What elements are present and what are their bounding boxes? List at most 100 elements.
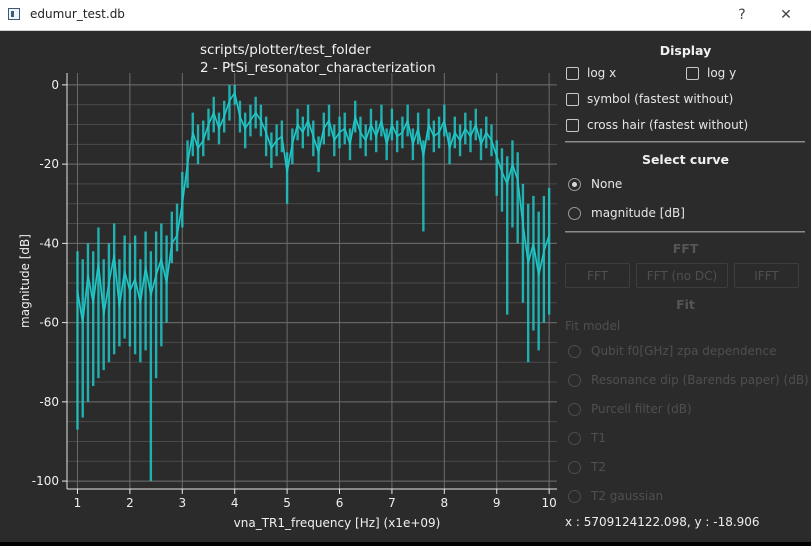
fit-model-label-purcell: Purcell filter (dB)	[591, 402, 692, 416]
fit-model-label-resonance: Resonance dip (Barends paper) (dB)	[591, 373, 809, 387]
magnitude-data-point	[354, 115, 357, 118]
log-x-label: log x	[587, 66, 617, 80]
magnitude-data-point	[480, 143, 482, 146]
help-button[interactable]: ?	[728, 4, 756, 26]
magnitude-data-point	[81, 321, 84, 324]
magnitude-data-point	[139, 301, 142, 304]
magnitude-data-point	[391, 123, 393, 126]
separator-2	[565, 231, 805, 233]
log-y-label: log y	[707, 66, 737, 80]
x-tick-label: 1	[74, 496, 82, 510]
magnitude-data-point	[322, 127, 325, 130]
fit-model-radio-dot[interactable]	[568, 460, 581, 474]
magnitude-data-point	[155, 274, 157, 276]
magnitude-data-point	[270, 147, 273, 150]
fit-model-radio-dot[interactable]	[568, 402, 581, 416]
symbol-checkbox-box[interactable]	[566, 92, 579, 106]
fit-model-radio-t2[interactable]: T2	[568, 460, 606, 474]
magnitude-data-point	[223, 115, 226, 118]
x-tick-label: 5	[283, 496, 291, 510]
fit-model-radio-resonance[interactable]: Resonance dip (Barends paper) (dB)	[568, 373, 809, 387]
curve-none-radio-dot[interactable]	[568, 177, 581, 191]
fit-model-radio-dot[interactable]	[568, 489, 581, 503]
magnitude-data-point	[207, 123, 210, 126]
magnitude-data-point	[485, 131, 488, 134]
magnitude-data-point	[364, 139, 367, 142]
curve-magnitude-radio-dot[interactable]	[568, 206, 581, 220]
curve-none-radio[interactable]: None	[568, 177, 622, 191]
cursor-coordinates: x : 5709124122.098, y : -18.906	[565, 515, 760, 529]
magnitude-data-point	[495, 155, 498, 158]
magnitude-data-point	[307, 119, 309, 122]
fit-model-radio-qubit[interactable]: Qubit f0[GHz] zpa dependence	[568, 344, 776, 358]
magnitude-data-point	[275, 139, 278, 142]
fit-model-radio-dot[interactable]	[568, 431, 581, 445]
curve-magnitude-radio[interactable]: magnitude [dB]	[568, 206, 685, 220]
magnitude-data-point	[123, 270, 126, 272]
ifft-button[interactable]: IFFT	[734, 263, 799, 288]
magnitude-data-point	[527, 262, 530, 265]
magnitude-data-point	[108, 282, 110, 284]
x-tick-label: 10	[541, 496, 556, 510]
magnitude-data-point	[338, 131, 341, 134]
x-tick-label: 9	[493, 496, 501, 510]
fit-model-radio-dot[interactable]	[568, 344, 581, 358]
fit-model-radio-t2-gaussian[interactable]: T2 gaussian	[568, 489, 663, 503]
magnitude-data-point	[359, 131, 362, 134]
fit-model-label-t2: T2	[591, 460, 606, 474]
fit-model-radio-purcell[interactable]: Purcell filter (dB)	[568, 402, 692, 416]
log-x-checkbox-box[interactable]	[566, 66, 579, 80]
magnitude-data-point	[260, 119, 262, 122]
magnitude-data-point	[233, 91, 236, 94]
magnitude-data-point	[97, 262, 100, 265]
log-x-checkbox[interactable]: log x	[566, 66, 616, 80]
symbol-checkbox[interactable]: symbol (fastest without)	[566, 92, 733, 106]
magnitude-data-point	[286, 171, 289, 173]
fft-no-dc-button[interactable]: FFT (no DC)	[636, 263, 728, 288]
magnitude-data-point	[291, 143, 294, 146]
magnitude-data-point	[333, 139, 336, 142]
magnitude-data-point	[254, 111, 257, 114]
magnitude-data-point	[218, 127, 220, 130]
magnitude-data-point	[448, 147, 451, 150]
y-tick-label: -40	[39, 236, 59, 250]
x-tick-label: 8	[441, 496, 449, 510]
window-title: edumur_test.db	[30, 7, 125, 21]
crosshair-checkbox-box[interactable]	[566, 118, 579, 132]
x-tick-label: 2	[126, 496, 134, 510]
magnitude-data-point	[432, 135, 435, 138]
log-y-checkbox-box[interactable]	[686, 66, 699, 80]
magnitude-data-point	[280, 135, 283, 138]
magnitude-data-point	[548, 234, 551, 237]
magnitude-data-point	[191, 131, 194, 134]
plot-title-line2: 2 - PtSi_resonator_characterization	[200, 60, 436, 76]
magnitude-data-point	[76, 290, 79, 292]
magnitude-data-point	[537, 274, 540, 276]
magnitude-chart[interactable]: 0 -20 -40 -60 -80 -100 1 2 3 4 5 6 7 8 9 10 magnitude …	[0, 31, 560, 542]
magnitude-data-point	[317, 151, 320, 154]
y-tick-label: -60	[39, 316, 59, 330]
magnitude-data-point	[176, 234, 178, 237]
magnitude-data-point	[343, 127, 346, 130]
app-window: edumur_test.db ? ✕ scripts/plotter/test_…	[0, 0, 811, 542]
magnitude-data-point	[244, 127, 247, 130]
y-tick-label: -80	[39, 395, 59, 409]
magnitude-data-point	[197, 147, 199, 150]
magnitude-data-point	[92, 301, 95, 304]
close-button[interactable]: ✕	[772, 4, 800, 26]
magnitude-data-point	[380, 119, 383, 122]
fit-model-radio-t1[interactable]: T1	[568, 431, 606, 445]
magnitude-data-point	[438, 131, 440, 134]
x-tick-label: 3	[178, 496, 186, 510]
log-y-checkbox[interactable]: log y	[686, 66, 736, 80]
magnitude-data-point	[239, 115, 241, 118]
magnitude-data-point	[301, 131, 304, 134]
fft-button[interactable]: FFT	[565, 263, 630, 288]
fit-model-radio-dot[interactable]	[568, 373, 581, 387]
plot-title-line1: scripts/plotter/test_folder	[200, 42, 371, 58]
plot-area[interactable]: scripts/plotter/test_folder 2 - PtSi_res…	[0, 31, 560, 542]
crosshair-checkbox[interactable]: cross hair (fastest without)	[566, 118, 748, 132]
magnitude-data-point	[443, 119, 446, 122]
magnitude-data-point	[134, 278, 137, 280]
control-panel: Display log x log y symbol (fastest with…	[560, 31, 811, 542]
